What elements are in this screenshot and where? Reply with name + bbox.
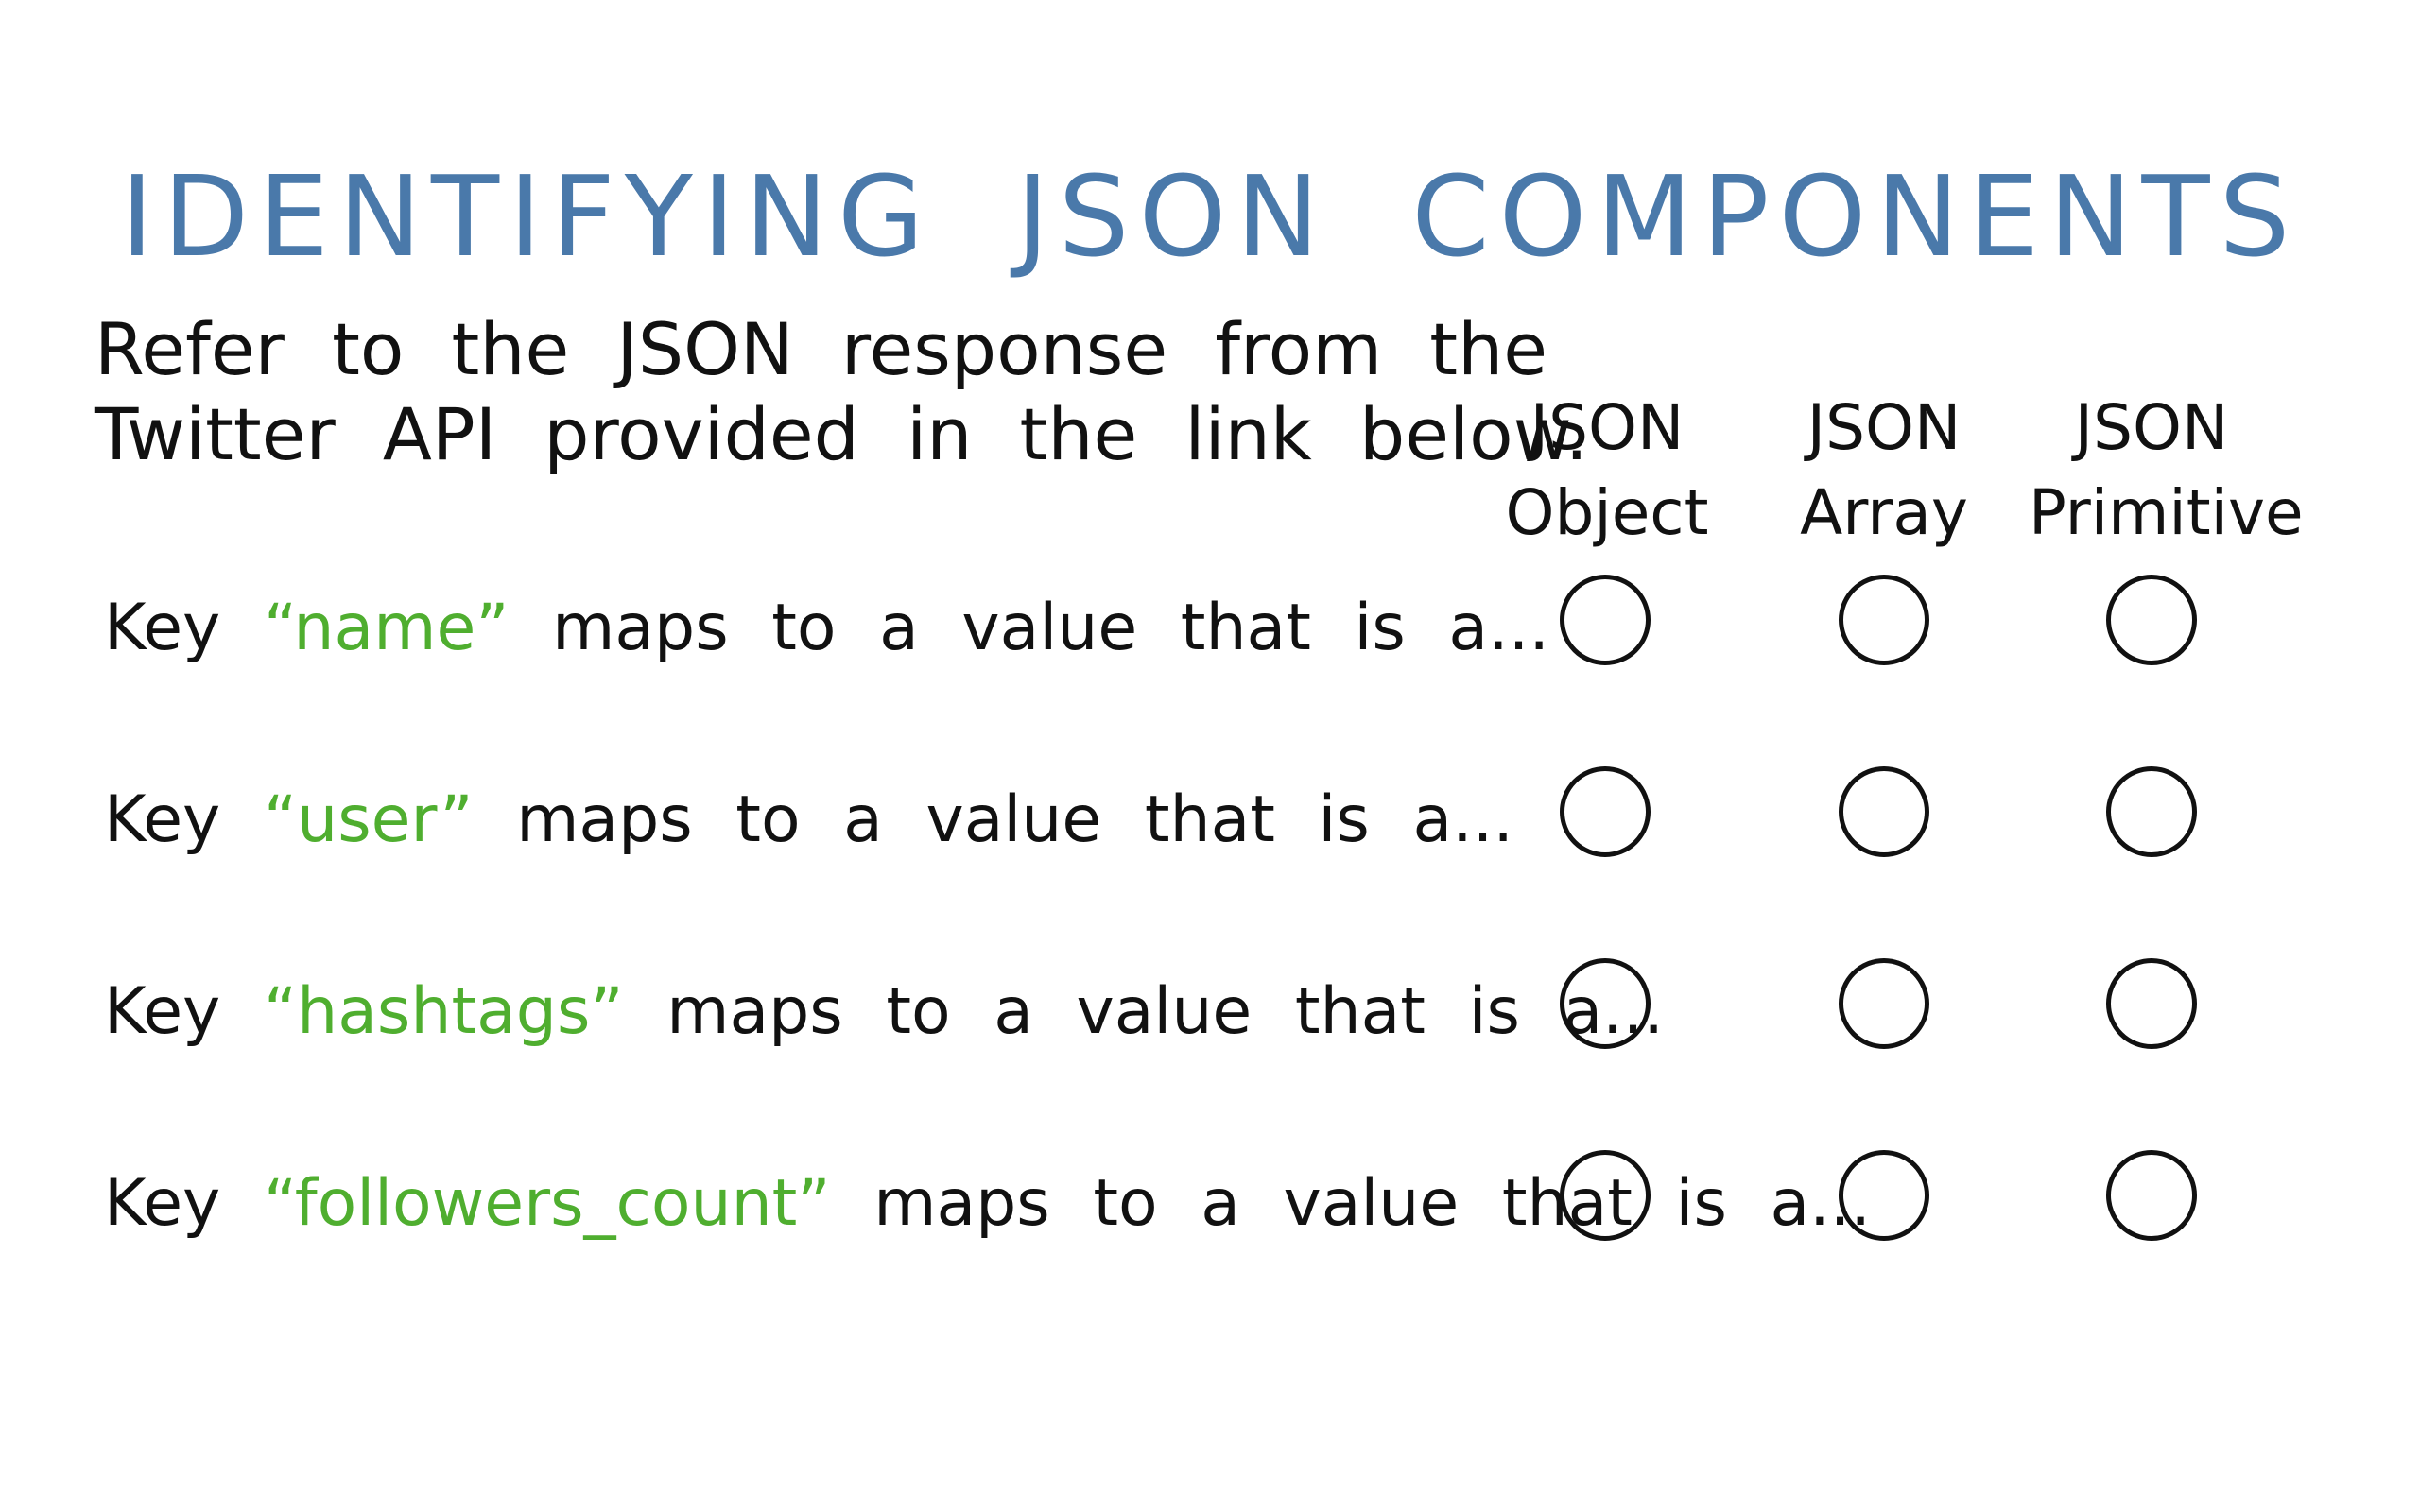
column-header-json-array: JSON Array [1761, 386, 2007, 556]
radio-followers-count-object[interactable] [1560, 1150, 1651, 1241]
question-suffix: maps to a value that is a... [516, 782, 1513, 857]
column-header-line-2: Object [1505, 476, 1709, 549]
json-key-user: “user” [263, 782, 474, 857]
instructions-line-2: Twitter API provided in the link below. [95, 392, 1588, 476]
radio-followers-count-array[interactable] [1839, 1150, 1929, 1241]
instructions-line-1: Refer to the JSON response from the [95, 307, 1547, 391]
radio-hashtags-array[interactable] [1839, 958, 1929, 1049]
radio-name-primitive[interactable] [2106, 575, 2197, 665]
radio-name-array[interactable] [1839, 575, 1929, 665]
radio-followers-count-primitive[interactable] [2106, 1150, 2197, 1241]
question-row-user: Key “user” maps to a value that is a... [104, 782, 1513, 858]
radio-user-object[interactable] [1560, 766, 1651, 857]
column-header-json-primitive: JSON Primitive [2029, 386, 2304, 556]
instructions: Refer to the JSON response from the Twit… [95, 307, 1588, 477]
question-prefix: Key [104, 782, 221, 857]
radio-user-primitive[interactable] [2106, 766, 2197, 857]
question-suffix: maps to a value that is a... [666, 974, 1665, 1049]
question-prefix: Key [104, 974, 221, 1049]
radio-hashtags-primitive[interactable] [2106, 958, 2197, 1049]
question-prefix: Key [104, 1166, 221, 1241]
radio-hashtags-object[interactable] [1560, 958, 1651, 1049]
question-row-hashtags: Key “hashtags” maps to a value that is a… [104, 974, 1664, 1050]
json-key-hashtags: “hashtags” [263, 974, 624, 1049]
page-title: IDENTIFYING JSON COMPONENTS [120, 151, 2300, 282]
column-header-line-2: Array [1800, 476, 1968, 549]
json-key-followers-count: “followers_count” [263, 1166, 831, 1241]
question-suffix: maps to a value that is a... [873, 1166, 1871, 1241]
column-header-line-1: JSON [1806, 391, 1962, 464]
column-header-line-1: JSON [2074, 391, 2229, 464]
question-prefix: Key [104, 591, 221, 665]
json-key-name: “name” [263, 591, 510, 665]
column-header-json-object: JSON Object [1484, 386, 1730, 556]
radio-name-object[interactable] [1560, 575, 1651, 665]
column-header-line-1: JSON [1530, 391, 1685, 464]
question-row-name: Key “name” maps to a value that is a... [104, 591, 1549, 666]
radio-user-array[interactable] [1839, 766, 1929, 857]
question-suffix: maps to a value that is a... [552, 591, 1549, 665]
column-header-line-2: Primitive [2029, 476, 2304, 549]
